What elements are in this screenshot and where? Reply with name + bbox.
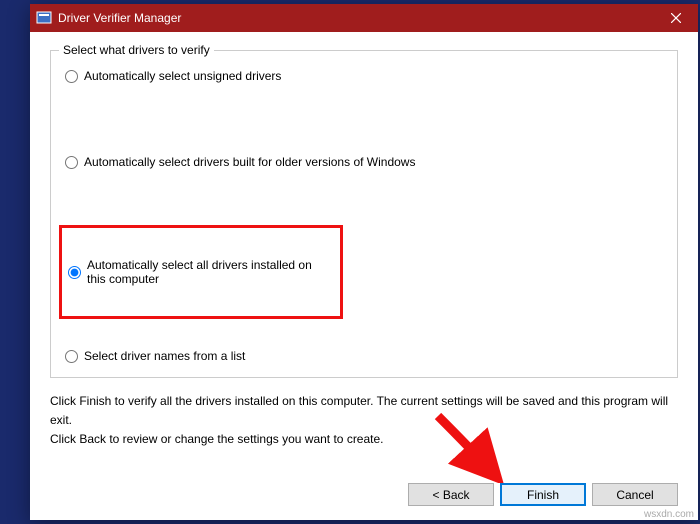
- window-title: Driver Verifier Manager: [58, 11, 653, 25]
- radio-input-unsigned[interactable]: [65, 70, 78, 83]
- dialog-client-area: Select what drivers to verify Automatica…: [30, 32, 698, 520]
- watermark: wsxdn.com: [644, 509, 694, 520]
- instruction-line: Click Back to review or change the setti…: [50, 430, 678, 449]
- radio-label: Automatically select all drivers install…: [87, 258, 330, 286]
- driver-select-groupbox: Select what drivers to verify Automatica…: [50, 50, 678, 378]
- close-icon: [671, 13, 681, 23]
- highlight-annotation: Automatically select all drivers install…: [59, 225, 343, 319]
- instruction-line: Click Finish to verify all the drivers i…: [50, 392, 678, 430]
- close-button[interactable]: [653, 4, 698, 32]
- radio-input-all[interactable]: [68, 266, 81, 279]
- radio-unsigned-drivers[interactable]: Automatically select unsigned drivers: [65, 69, 663, 83]
- radio-label: Automatically select drivers built for o…: [84, 155, 415, 169]
- groupbox-legend: Select what drivers to verify: [59, 43, 214, 57]
- instruction-text: Click Finish to verify all the drivers i…: [50, 392, 678, 450]
- cancel-button[interactable]: Cancel: [592, 483, 678, 506]
- radio-select-from-list[interactable]: Select driver names from a list: [65, 349, 663, 363]
- dialog-window: Driver Verifier Manager Select what driv…: [30, 4, 698, 520]
- radio-label: Select driver names from a list: [84, 349, 245, 363]
- radio-all-installed-drivers[interactable]: Automatically select all drivers install…: [68, 258, 330, 286]
- back-button[interactable]: < Back: [408, 483, 494, 506]
- titlebar[interactable]: Driver Verifier Manager: [30, 4, 698, 32]
- radio-older-windows-drivers[interactable]: Automatically select drivers built for o…: [65, 155, 663, 169]
- app-icon: [36, 10, 52, 26]
- finish-button[interactable]: Finish: [500, 483, 586, 506]
- radio-label: Automatically select unsigned drivers: [84, 69, 281, 83]
- button-row: < Back Finish Cancel: [50, 469, 678, 506]
- radio-input-list[interactable]: [65, 350, 78, 363]
- radio-input-older[interactable]: [65, 156, 78, 169]
